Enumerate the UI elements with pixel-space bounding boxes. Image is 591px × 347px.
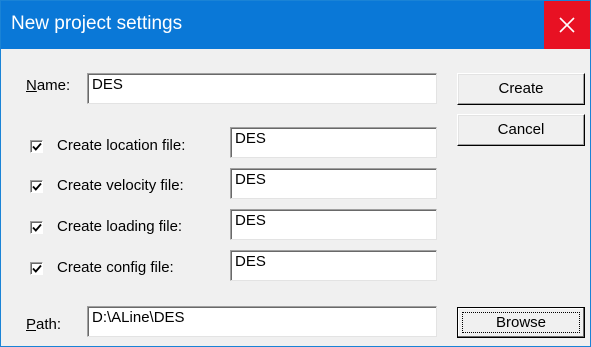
create-button[interactable]: Create <box>457 73 585 105</box>
config-label: Create config file: <box>57 259 174 276</box>
path-label: Path: <box>26 316 62 333</box>
name-label: Name: <box>26 77 71 94</box>
checkmark-icon <box>32 223 42 232</box>
location-file-field[interactable]: DES <box>230 127 437 158</box>
cancel-button[interactable]: Cancel <box>457 114 585 146</box>
checkmark-icon <box>32 182 42 191</box>
config-file-field[interactable]: DES <box>230 250 437 281</box>
checkmark-icon <box>32 142 42 151</box>
config-checkbox[interactable] <box>30 262 43 275</box>
checkmark-icon <box>32 264 42 273</box>
location-checkbox[interactable] <box>30 140 43 153</box>
close-icon <box>559 17 575 33</box>
loading-label: Create loading file: <box>57 218 183 235</box>
title-bar[interactable]: New project settings <box>1 1 590 49</box>
velocity-label: Create velocity file: <box>57 177 184 194</box>
velocity-file-field[interactable]: DES <box>230 168 437 199</box>
dialog-window: New project settings Name: DES Create Ca… <box>0 0 591 347</box>
browse-button[interactable]: Browse <box>457 307 585 338</box>
name-field[interactable]: DES <box>87 73 437 104</box>
window-title: New project settings <box>11 13 183 34</box>
location-label: Create location file: <box>57 137 186 154</box>
loading-checkbox[interactable] <box>30 221 43 234</box>
path-field[interactable]: D:\ALine\DES <box>87 306 437 337</box>
loading-file-field[interactable]: DES <box>230 209 437 240</box>
dialog-body: Name: DES Create Cancel Create location … <box>1 49 590 346</box>
velocity-checkbox[interactable] <box>30 180 43 193</box>
close-button[interactable] <box>544 1 590 49</box>
